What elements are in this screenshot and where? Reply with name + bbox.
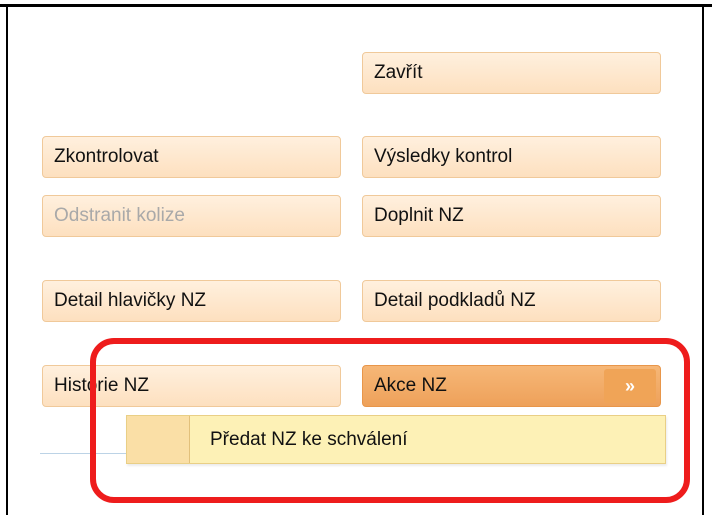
actions-dropdown-menu: Předat NZ ke schválení [126,415,666,464]
window-right-border [702,4,704,515]
double-chevron-right-icon[interactable]: » [604,369,656,403]
window-top-border [0,4,712,7]
menu-item-submit-for-approval[interactable]: Předat NZ ke schválení [189,416,665,463]
close-button[interactable]: Zavřít [362,52,661,94]
check-results-button[interactable]: Výsledky kontrol [362,136,661,178]
documents-detail-button[interactable]: Detail podkladů NZ [362,280,661,322]
complete-nz-button[interactable]: Doplnit NZ [362,195,661,237]
history-button[interactable]: Historie NZ [42,365,341,407]
actions-button[interactable]: Akce NZ » [362,365,661,407]
check-button[interactable]: Zkontrolovat [42,136,341,178]
menu-icon-gutter [127,416,190,463]
remove-collisions-button: Odstranit kolize [42,195,341,237]
header-detail-button[interactable]: Detail hlavičky NZ [42,280,341,322]
actions-button-label: Akce NZ [374,375,447,396]
panel-divider-horizontal [40,453,130,454]
window-left-border [6,4,8,515]
